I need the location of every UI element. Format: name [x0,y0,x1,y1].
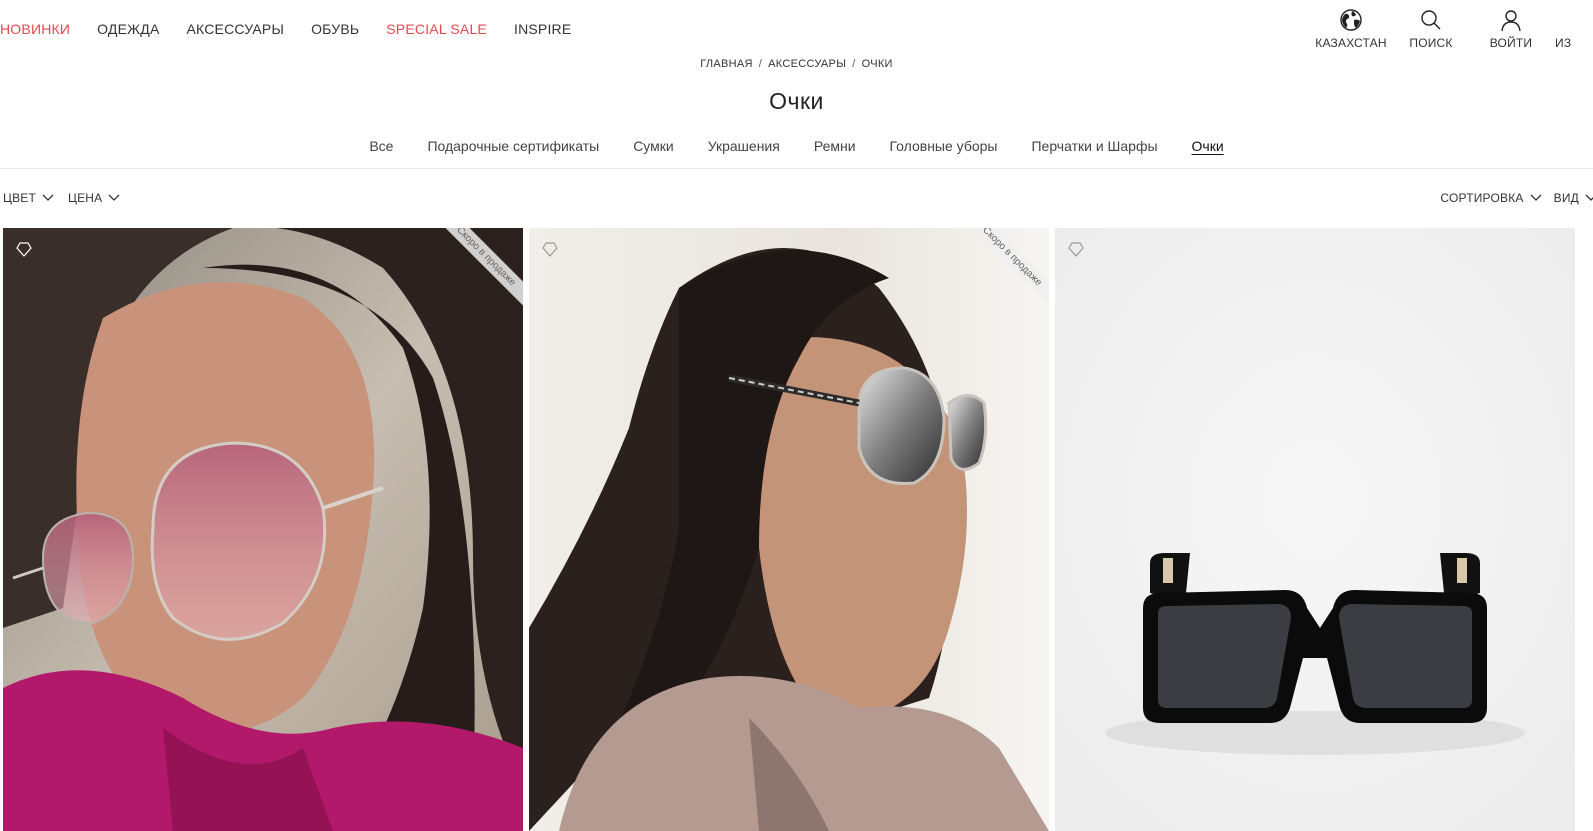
search-icon [1421,10,1441,30]
product-card[interactable]: Скоро в продаже [529,228,1049,831]
product-card[interactable]: Скоро в продаже [3,228,523,831]
globe-icon [1340,9,1362,31]
breadcrumb-separator: / [852,58,856,70]
header-utilities: КАЗАХСТАН ПОИСК ВОЙТИ ИЗ [1311,8,1593,50]
color-filter-label: ЦВЕТ [3,191,37,205]
divider [0,168,1593,169]
product-grid: Скоро в продаже Скоро в продаже [3,228,1575,831]
subcategory-glasses[interactable]: Очки [1192,138,1224,154]
login-label: ВОЙТИ [1489,36,1533,50]
coming-soon-ribbon: Скоро в продаже [427,228,523,324]
chevron-down-icon [108,194,120,201]
breadcrumb-separator: / [758,58,763,70]
subcategory-bags[interactable]: Сумки [633,138,674,154]
coming-soon-label: Скоро в продаже [434,228,523,309]
favorites-button[interactable]: ИЗ [1551,8,1593,50]
nav-item-special-sale[interactable]: SPECIAL SALE [386,20,487,38]
blank-icon [1555,8,1579,32]
chevron-down-icon [42,194,54,201]
subcategory-hats[interactable]: Головные уборы [890,138,998,154]
nav-item-inspire[interactable]: INSPIRE [514,20,571,38]
view-dropdown[interactable]: ВИД [1554,191,1593,205]
subcategory-gloves-scarves[interactable]: Перчатки и Шарфы [1031,138,1157,154]
search-label: ПОИСК [1409,36,1453,50]
favorites-label: ИЗ [1555,36,1572,50]
subcategory-jewelry[interactable]: Украшения [708,138,780,154]
user-icon [1501,10,1521,32]
page-title: Очки [769,88,824,114]
breadcrumb-current: ОЧКИ [861,58,893,70]
main-nav: НОВИНКИ ОДЕЖДА АКСЕССУАРЫ ОБУВЬ SPECIAL … [0,20,598,38]
sort-dropdown[interactable]: СОРТИРОВКА [1440,191,1542,205]
favorite-icon[interactable] [541,240,559,258]
subcategory-belts[interactable]: Ремни [814,138,856,154]
product-image [1055,228,1575,831]
filters-right: СОРТИРОВКА ВИД [1440,191,1593,205]
price-filter[interactable]: ЦЕНА [68,191,120,205]
breadcrumb-accessories[interactable]: АКСЕССУАРЫ [768,58,846,70]
region-label: КАЗАХСТАН [1315,36,1387,50]
favorite-icon[interactable] [1067,240,1085,258]
subcategory-all[interactable]: Все [369,138,393,154]
chevron-down-icon [1530,194,1542,201]
region-button[interactable]: КАЗАХСТАН [1311,8,1391,50]
product-card[interactable] [1055,228,1575,831]
subcategory-tabs: Все Подарочные сертификаты Сумки Украшен… [0,138,1593,154]
coming-soon-ribbon: Скоро в продаже [953,228,1049,324]
price-filter-label: ЦЕНА [68,191,103,205]
nav-item-shoes[interactable]: ОБУВЬ [311,20,359,38]
breadcrumb: ГЛАВНАЯ / АКСЕССУАРЫ / ОЧКИ [0,58,1593,70]
breadcrumb-home[interactable]: ГЛАВНАЯ [700,58,753,70]
sort-label: СОРТИРОВКА [1440,191,1524,205]
view-label: ВИД [1553,191,1579,205]
search-button[interactable]: ПОИСК [1391,8,1471,50]
chevron-down-icon [1585,194,1593,201]
favorite-icon[interactable] [15,240,33,258]
nav-item-new[interactable]: НОВИНКИ [0,20,70,38]
nav-item-accessories[interactable]: АКСЕССУАРЫ [187,20,285,38]
color-filter[interactable]: ЦВЕТ [3,191,54,205]
subcategory-gift-cards[interactable]: Подарочные сертификаты [427,138,599,154]
nav-item-clothing[interactable]: ОДЕЖДА [97,20,159,38]
coming-soon-label: Скоро в продаже [960,228,1049,309]
login-button[interactable]: ВОЙТИ [1471,8,1551,50]
filters-left: ЦВЕТ ЦЕНА [3,191,120,205]
